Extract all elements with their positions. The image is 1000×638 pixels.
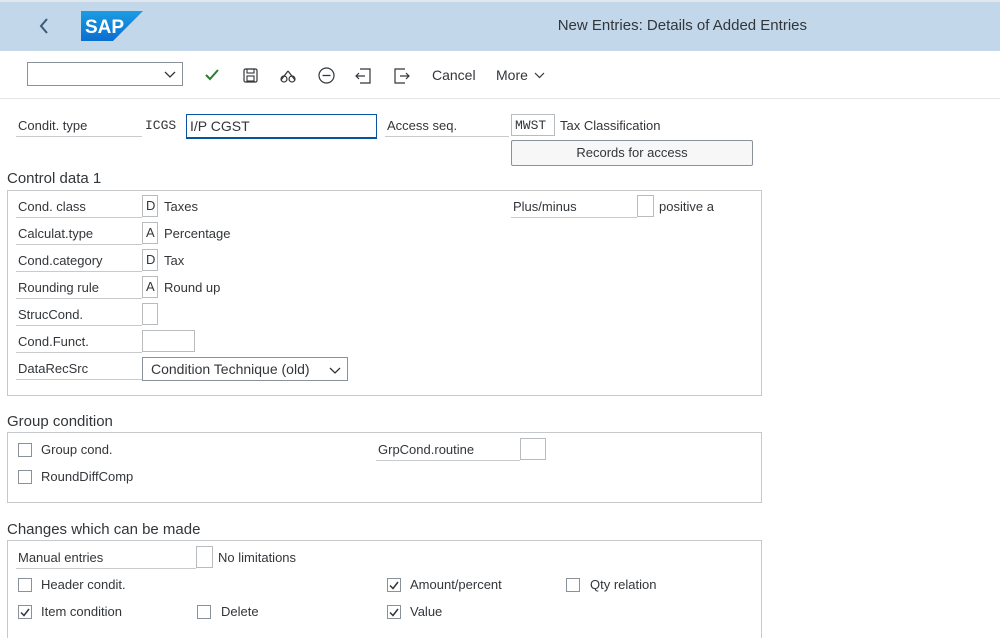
check-icon (389, 608, 399, 617)
group-cond-routine-input[interactable] (520, 438, 546, 460)
plus-minus-label: Plus/minus (511, 196, 637, 218)
item-condition-checkbox[interactable] (18, 605, 32, 619)
delete-label: Delete (221, 604, 259, 619)
cond-class-label: Cond. class (16, 196, 142, 218)
header-condit-checkbox[interactable] (18, 578, 32, 592)
item-condition-label: Item condition (41, 604, 122, 619)
data-rec-src-label: DataRecSrc (16, 358, 142, 380)
cancel-button[interactable]: Cancel (432, 67, 476, 83)
rounding-rule-input[interactable]: A (142, 276, 158, 298)
command-field[interactable] (27, 62, 183, 86)
struc-cond-input[interactable] (142, 303, 158, 325)
plus-minus-input[interactable] (637, 195, 654, 217)
cond-funct-label: Cond.Funct. (16, 331, 142, 353)
manual-entries-text: No limitations (218, 550, 297, 565)
qty-relation-label: Qty relation (590, 577, 657, 592)
cond-class-input[interactable]: D (142, 195, 158, 217)
check-icon[interactable] (201, 64, 223, 86)
condition-type-label: Condit. type (16, 115, 142, 137)
next-entry-icon[interactable] (390, 64, 412, 86)
more-label: More (496, 67, 528, 83)
records-for-access-button[interactable]: Records for access (511, 140, 753, 166)
condition-type-name-value: I/P CGST (190, 118, 250, 134)
plus-minus-text: positive a (659, 199, 714, 214)
access-sequence-label: Access seq. (385, 115, 509, 137)
qty-relation-checkbox[interactable] (566, 578, 580, 592)
rounding-rule-text: Round up (164, 280, 221, 295)
cond-class-text: Taxes (164, 199, 198, 214)
cond-funct-input[interactable] (142, 330, 195, 352)
save-icon[interactable] (239, 64, 261, 86)
condition-type-code: ICGS (145, 118, 177, 133)
glasses-icon[interactable] (277, 64, 299, 86)
data-rec-src-select[interactable]: Condition Technique (old) (142, 357, 348, 381)
condition-type-name-input[interactable]: I/P CGST (186, 114, 377, 139)
data-rec-src-value: Condition Technique (old) (151, 361, 310, 377)
previous-entry-icon[interactable] (352, 64, 374, 86)
cond-category-text: Tax (164, 253, 185, 268)
group-condition-title: Group condition (7, 413, 113, 430)
more-button[interactable]: More (496, 67, 545, 83)
chevron-down-icon (329, 367, 341, 374)
group-cond-routine-label: GrpCond.routine (376, 439, 520, 461)
round-diff-label: RoundDiffComp (41, 469, 134, 484)
calc-type-text: Percentage (164, 226, 231, 241)
manual-entries-input[interactable] (196, 546, 213, 568)
value-label: Value (410, 604, 443, 619)
access-sequence-text: Tax Classification (560, 118, 661, 133)
header-condit-label: Header condit. (41, 577, 126, 592)
delete-checkbox[interactable] (197, 605, 211, 619)
page-title: New Entries: Details of Added Entries (557, 17, 807, 34)
cond-category-label: Cond.category (16, 250, 142, 272)
calc-type-label: Calculat.type (16, 223, 142, 245)
check-icon (389, 581, 399, 590)
minus-circle-icon[interactable] (315, 64, 337, 86)
rounding-rule-label: Rounding rule (16, 277, 142, 299)
chevron-down-icon (534, 72, 545, 79)
control-data-title: Control data 1 (7, 170, 102, 187)
group-cond-label: Group cond. (41, 442, 113, 457)
amount-percent-checkbox[interactable] (387, 578, 401, 592)
check-icon (20, 608, 30, 617)
calc-type-input[interactable]: A (142, 222, 158, 244)
struc-cond-label: StrucCond. (16, 304, 142, 326)
chevron-down-icon (164, 71, 176, 78)
round-diff-checkbox[interactable] (18, 470, 32, 484)
access-sequence-input[interactable]: MWST (511, 114, 555, 136)
group-cond-checkbox[interactable] (18, 443, 32, 457)
value-checkbox[interactable] (387, 605, 401, 619)
amount-percent-label: Amount/percent (410, 577, 502, 592)
changes-title: Changes which can be made (7, 521, 201, 538)
manual-entries-label: Manual entries (16, 547, 196, 569)
cond-category-input[interactable]: D (142, 249, 158, 271)
